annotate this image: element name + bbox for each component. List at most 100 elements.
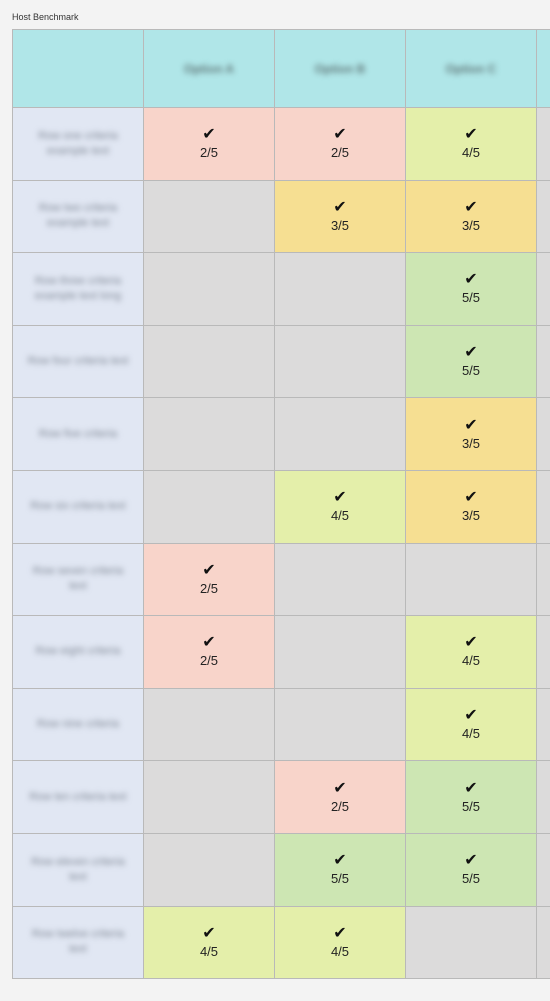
partial-cell xyxy=(536,252,550,326)
score-cell[interactable] xyxy=(274,615,406,689)
row-label: Row five criteria xyxy=(38,427,118,440)
row-label-cell[interactable]: Row six criteria text xyxy=(12,469,144,544)
score-cell[interactable] xyxy=(405,542,537,617)
score-cell[interactable]: ✔ 4/5 xyxy=(405,107,537,181)
score-value: 2/5 xyxy=(199,653,219,669)
column-header[interactable]: Option B xyxy=(274,29,406,108)
score-cell[interactable] xyxy=(274,324,406,399)
row-label-cell[interactable]: Row eleven criteria text xyxy=(12,832,144,907)
score-cell[interactable] xyxy=(143,760,275,834)
row-label: Row two criteria example text xyxy=(38,202,118,230)
column-header-label: Option A xyxy=(183,61,235,76)
table-row: Row two criteria example text ✔ 3/5 ✔ 3/5 xyxy=(12,179,550,254)
check-icon: ✔ xyxy=(333,852,347,870)
score-cell[interactable] xyxy=(143,179,275,254)
row-label-cell[interactable]: Row ten criteria text xyxy=(12,760,144,834)
check-icon: ✔ xyxy=(464,416,478,434)
row-label: Row three criteria example text long xyxy=(34,274,122,302)
table-row: Row nine criteria ✔ 4/5 xyxy=(12,687,550,762)
row-label: Row ten criteria text xyxy=(29,790,127,803)
check-icon: ✔ xyxy=(464,271,478,289)
row-label: Row six criteria text xyxy=(30,500,126,513)
column-header[interactable]: Option A xyxy=(143,29,275,108)
row-label: Row one criteria example text xyxy=(38,129,118,157)
partial-cell xyxy=(536,615,550,689)
check-icon: ✔ xyxy=(333,126,347,144)
partial-cell xyxy=(536,324,550,399)
score-cell[interactable]: ✔ 2/5 xyxy=(143,107,275,181)
score-value: 2/5 xyxy=(330,798,350,814)
check-icon: ✔ xyxy=(464,707,478,725)
column-header-label: Option C xyxy=(445,61,497,76)
score-cell[interactable] xyxy=(274,397,406,471)
check-icon: ✔ xyxy=(202,924,216,942)
score-cell[interactable]: ✔ 5/5 xyxy=(405,832,537,907)
score-value: 3/5 xyxy=(330,217,350,233)
score-value: 4/5 xyxy=(330,943,350,959)
check-icon: ✔ xyxy=(464,344,478,362)
score-value: 4/5 xyxy=(330,508,350,524)
check-icon: ✔ xyxy=(333,489,347,507)
score-cell[interactable] xyxy=(274,687,406,762)
row-label-cell[interactable]: Row three criteria example text long xyxy=(12,252,144,326)
column-header-label: Option B xyxy=(314,61,366,76)
score-cell[interactable] xyxy=(143,252,275,326)
score-cell[interactable]: ✔ 5/5 xyxy=(405,252,537,326)
check-icon: ✔ xyxy=(333,779,347,797)
score-cell[interactable]: ✔ 3/5 xyxy=(274,179,406,254)
score-cell[interactable]: ✔ 2/5 xyxy=(143,542,275,617)
score-value: 3/5 xyxy=(461,217,481,233)
score-cell[interactable] xyxy=(274,542,406,617)
score-cell[interactable]: ✔ 2/5 xyxy=(274,107,406,181)
score-cell[interactable]: ✔ 2/5 xyxy=(143,615,275,689)
header-corner-cell xyxy=(12,29,144,108)
score-cell[interactable] xyxy=(143,832,275,907)
score-cell[interactable]: ✔ 4/5 xyxy=(274,905,406,980)
check-icon: ✔ xyxy=(464,779,478,797)
score-value: 4/5 xyxy=(199,943,219,959)
score-cell[interactable] xyxy=(143,324,275,399)
row-label: Row twelve criteria text xyxy=(31,928,125,956)
row-label-cell[interactable]: Row seven criteria text xyxy=(12,542,144,617)
score-cell[interactable]: ✔ 4/5 xyxy=(405,687,537,762)
score-cell[interactable] xyxy=(143,397,275,471)
score-value: 2/5 xyxy=(330,145,350,161)
column-header-partial xyxy=(536,29,550,108)
score-cell[interactable] xyxy=(143,687,275,762)
row-label-cell[interactable]: Row four criteria text xyxy=(12,324,144,399)
table-row: Row twelve criteria text ✔ 4/5 ✔ 4/5 xyxy=(12,905,550,980)
score-cell[interactable]: ✔ 3/5 xyxy=(405,179,537,254)
score-cell[interactable]: ✔ 4/5 xyxy=(405,615,537,689)
score-value: 5/5 xyxy=(461,363,481,379)
row-label-cell[interactable]: Row one criteria example text xyxy=(12,107,144,181)
score-cell[interactable]: ✔ 4/5 xyxy=(274,469,406,544)
row-label-cell[interactable]: Row twelve criteria text xyxy=(12,905,144,980)
table-row: Row eleven criteria text ✔ 5/5 ✔ 5/5 xyxy=(12,832,550,907)
score-cell[interactable] xyxy=(274,252,406,326)
column-header[interactable]: Option C xyxy=(405,29,537,108)
row-label-cell[interactable]: Row two criteria example text xyxy=(12,179,144,254)
score-cell[interactable] xyxy=(143,469,275,544)
row-label-cell[interactable]: Row nine criteria xyxy=(12,687,144,762)
row-label-cell[interactable]: Row five criteria xyxy=(12,397,144,471)
score-value: 2/5 xyxy=(199,580,219,596)
score-cell[interactable]: ✔ 4/5 xyxy=(143,905,275,980)
score-cell[interactable]: ✔ 3/5 xyxy=(405,397,537,471)
row-label-cell[interactable]: Row eight criteria xyxy=(12,615,144,689)
check-icon: ✔ xyxy=(464,489,478,507)
table-row: Row one criteria example text ✔ 2/5 ✔ 2/5 ✔ 4/… xyxy=(12,107,550,181)
partial-cell xyxy=(536,107,550,181)
partial-cell xyxy=(536,687,550,762)
score-cell[interactable]: ✔ 5/5 xyxy=(405,324,537,399)
score-value: 5/5 xyxy=(461,871,481,887)
row-label: Row eight criteria xyxy=(35,645,121,658)
row-label: Row nine criteria xyxy=(37,718,119,731)
table-row: Row eight criteria ✔ 2/5 ✔ 4/5 xyxy=(12,615,550,689)
table-row: Row four criteria text ✔ 5/5 xyxy=(12,324,550,399)
score-value: 3/5 xyxy=(461,508,481,524)
score-cell[interactable]: ✔ 5/5 xyxy=(274,832,406,907)
score-cell[interactable]: ✔ 5/5 xyxy=(405,760,537,834)
score-cell[interactable]: ✔ 3/5 xyxy=(405,469,537,544)
score-cell[interactable] xyxy=(405,905,537,980)
score-cell[interactable]: ✔ 2/5 xyxy=(274,760,406,834)
